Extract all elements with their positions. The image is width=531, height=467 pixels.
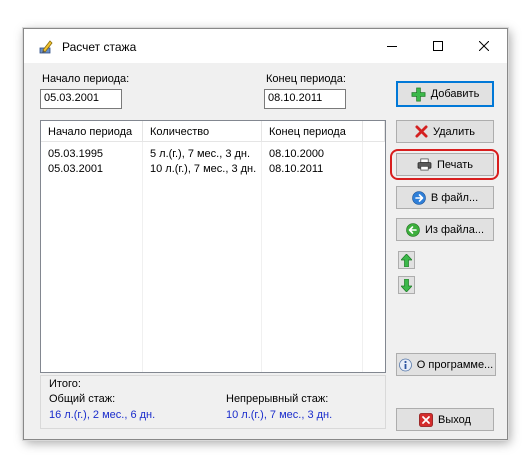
close-button[interactable] xyxy=(461,29,507,63)
cell-end: 08.10.2011 xyxy=(269,163,324,175)
exit-button[interactable]: Выход xyxy=(396,408,494,431)
move-down-button[interactable] xyxy=(398,276,415,294)
info-icon xyxy=(398,358,412,371)
blue-arrow-right-icon xyxy=(412,190,426,205)
green-arrow-up-icon xyxy=(401,253,412,267)
title-bar[interactable]: Расчет стажа xyxy=(24,29,507,63)
red-close-icon xyxy=(419,412,433,427)
continuous-experience-label: Непрерывный стаж: xyxy=(226,393,329,405)
minimize-button[interactable] xyxy=(369,29,415,63)
load-from-file-button-label: Из файла... xyxy=(424,223,485,236)
delete-button[interactable]: Удалить xyxy=(396,120,494,143)
add-button-label: Добавить xyxy=(430,88,480,100)
print-button-label: Печать xyxy=(436,158,474,171)
column-header-end[interactable]: Конец периода xyxy=(262,121,363,142)
end-period-label: Конец периода: xyxy=(266,73,346,85)
cell-duration: 10 л.(г.), 7 мес., 3 дн. xyxy=(150,163,257,175)
save-to-file-button-label: В файл... xyxy=(430,191,479,204)
summary-title: Итого: xyxy=(49,378,81,390)
load-from-file-button[interactable]: Из файла... xyxy=(396,218,494,241)
close-icon xyxy=(479,41,489,51)
delete-button-label: Удалить xyxy=(433,125,475,138)
periods-table[interactable]: Начало периода Количество Конец периода … xyxy=(40,120,386,373)
green-arrow-left-icon xyxy=(406,222,420,237)
red-x-icon xyxy=(415,125,428,138)
add-button[interactable]: Добавить xyxy=(396,81,494,107)
start-period-input[interactable]: 05.03.2001 xyxy=(40,89,122,109)
total-experience-label: Общий стаж: xyxy=(49,393,116,405)
column-header-start[interactable]: Начало периода xyxy=(41,121,143,142)
continuous-experience-value: 10 л.(г.), 7 мес., 3 дн. xyxy=(226,409,333,421)
exit-button-label: Выход xyxy=(438,413,471,426)
window-title: Расчет стажа xyxy=(62,40,137,54)
maximize-button[interactable] xyxy=(415,29,461,63)
column-divider xyxy=(142,142,143,372)
about-button-label: О программе... xyxy=(416,358,494,371)
save-to-file-button[interactable]: В файл... xyxy=(396,186,494,209)
column-header-filler xyxy=(363,121,385,142)
column-divider xyxy=(261,142,262,372)
move-up-button[interactable] xyxy=(398,251,415,269)
green-arrow-down-icon xyxy=(401,278,412,292)
print-button[interactable]: Печать xyxy=(396,153,494,176)
about-button[interactable]: О программе... xyxy=(396,353,496,376)
summary-panel: Итого: Общий стаж: 16 л.(г.), 2 мес., 6 … xyxy=(40,375,386,429)
cell-start: 05.03.2001 xyxy=(48,163,104,175)
printer-icon xyxy=(417,158,432,171)
app-icon xyxy=(39,40,53,54)
cell-start: 05.03.1995 xyxy=(48,148,104,160)
end-period-input[interactable]: 08.10.2011 xyxy=(264,89,346,109)
main-window: Расчет стажа Начало периода: 05.03.2001 … xyxy=(23,28,508,440)
minimize-icon xyxy=(387,46,397,47)
maximize-icon xyxy=(433,41,443,51)
total-experience-value: 16 л.(г.), 2 мес., 6 дн. xyxy=(49,409,156,421)
cell-end: 08.10.2000 xyxy=(269,148,325,160)
green-plus-icon xyxy=(411,87,426,101)
column-divider xyxy=(362,142,363,372)
column-header-duration[interactable]: Количество xyxy=(143,121,262,142)
start-period-label: Начало периода: xyxy=(42,73,130,85)
cell-duration: 5 л.(г.), 7 мес., 3 дн. xyxy=(150,148,251,160)
